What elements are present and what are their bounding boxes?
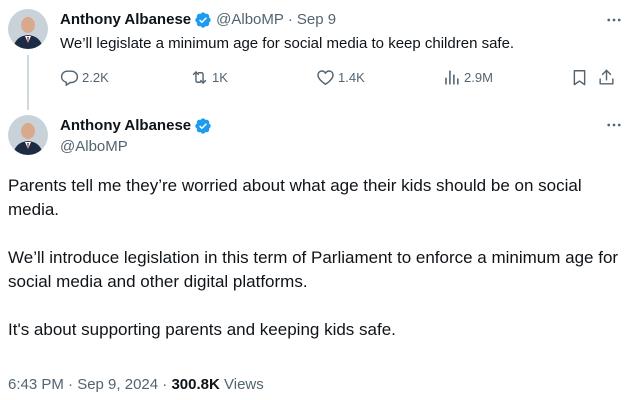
main-tweet-author: Anthony Albanese <box>60 116 212 136</box>
separator-dot: · <box>162 376 168 393</box>
verified-badge-icon[interactable] <box>194 117 212 135</box>
reply-tweet-text: We’ll legislate a minimum age for social… <box>60 35 515 52</box>
reply-button[interactable]: 2.2K <box>60 66 109 88</box>
views-count: 300.8K <box>171 376 220 393</box>
author-avatar[interactable] <box>8 115 48 155</box>
thread-connector <box>27 55 29 110</box>
main-tweet-body: Parents tell me they’re worried about wh… <box>8 174 628 342</box>
author-name[interactable]: Anthony Albanese <box>60 116 191 136</box>
more-options-icon[interactable] <box>604 115 624 135</box>
like-button[interactable]: 1.4K <box>316 66 365 88</box>
repost-icon <box>190 68 209 87</box>
tweet-paragraph: We’ll introduce legislation in this term… <box>8 248 619 291</box>
reply-tweet-header: Anthony Albanese @AlboMP · Sep 9 <box>60 10 336 30</box>
separator-dot: · <box>287 11 293 28</box>
tweet-timestamp[interactable]: 6:43 PM · Sep 9, 2024 <box>8 376 158 393</box>
tweet-paragraph: Parents tell me they’re worried about wh… <box>8 176 582 219</box>
author-handle[interactable]: @AlboMP <box>60 137 128 157</box>
reply-icon <box>60 68 79 87</box>
tweet-date[interactable]: Sep 9 <box>297 10 336 30</box>
author-handle[interactable]: @AlboMP <box>216 10 284 30</box>
repost-count: 1K <box>212 69 228 85</box>
more-options-icon[interactable] <box>604 10 624 30</box>
tweet-meta: 6:43 PM · Sep 9, 2024 · 300.8K Views <box>8 375 264 395</box>
tweet-paragraph: It's about supporting parents and keepin… <box>8 320 396 339</box>
like-icon <box>316 68 335 87</box>
tweet-thread: Anthony Albanese @AlboMP · Sep 9 We’ll l… <box>0 0 634 400</box>
views-count: 2.9M <box>464 69 493 85</box>
verified-badge-icon[interactable] <box>194 11 212 29</box>
views-button[interactable]: 2.9M <box>442 66 493 88</box>
bookmark-icon[interactable] <box>570 66 589 88</box>
views-label: Views <box>224 376 264 393</box>
like-count: 1.4K <box>338 69 365 85</box>
author-avatar[interactable] <box>8 9 48 49</box>
repost-button[interactable]: 1K <box>190 66 228 88</box>
share-icon[interactable] <box>597 66 616 88</box>
author-name[interactable]: Anthony Albanese <box>60 10 191 30</box>
tweet-actions-bar: 2.2K 1K 1.4K 2.9M <box>60 66 634 90</box>
views-icon <box>442 68 461 87</box>
reply-count: 2.2K <box>82 69 109 85</box>
